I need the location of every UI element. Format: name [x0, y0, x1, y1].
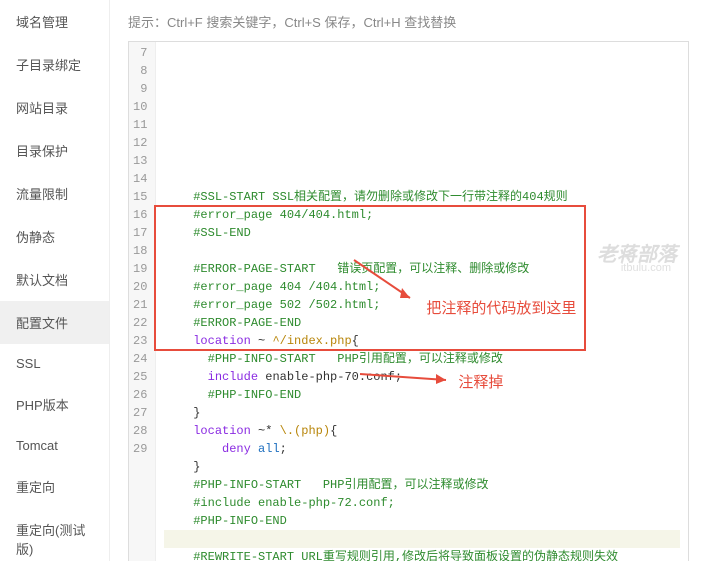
sidebar-item-1[interactable]: 子目录绑定: [0, 43, 109, 86]
code-line: #include enable-php-72.conf;: [164, 494, 680, 512]
code-line: }: [164, 404, 680, 422]
code-line: location ~ ^/index.php{: [164, 332, 680, 350]
code-line: }: [164, 458, 680, 476]
sidebar-item-6[interactable]: 默认文档: [0, 258, 109, 301]
code-line: location ~* \.(php){: [164, 422, 680, 440]
sidebar-item-9[interactable]: PHP版本: [0, 383, 109, 426]
sidebar-item-8[interactable]: SSL: [0, 344, 109, 383]
line-gutter: 7891011121314151617181920212223242526272…: [129, 42, 156, 561]
code-line: #error_page 404/404.html;: [164, 206, 680, 224]
code-line: #PHP-INFO-END: [164, 512, 680, 530]
sidebar-item-0[interactable]: 域名管理: [0, 0, 109, 43]
code-line: #PHP-INFO-START PHP引用配置，可以注释或修改: [164, 350, 680, 368]
editor-hint: 提示：Ctrl+F 搜索关键字，Ctrl+S 保存，Ctrl+H 查找替换: [128, 12, 689, 31]
code-line: #error_page 404 /404.html;: [164, 278, 680, 296]
sidebar-item-3[interactable]: 目录保护: [0, 129, 109, 172]
code-editor[interactable]: 7891011121314151617181920212223242526272…: [128, 41, 689, 561]
sidebar-item-10[interactable]: Tomcat: [0, 426, 109, 465]
code-line: #SSL-START SSL相关配置，请勿删除或修改下一行带注释的404规则: [164, 188, 680, 206]
code-content[interactable]: 把注释的代码放到这里 注释掉 #SSL-START SSL相关配置，请勿删除或修…: [156, 42, 688, 561]
code-line: #REWRITE-START URL重写规则引用,修改后将导致面板设置的伪静态规…: [164, 548, 680, 561]
main-panel: 提示：Ctrl+F 搜索关键字，Ctrl+S 保存，Ctrl+H 查找替换 78…: [110, 0, 707, 561]
code-line: #ERROR-PAGE-START 错误页配置，可以注释、删除或修改: [164, 260, 680, 278]
sidebar-item-7[interactable]: 配置文件: [0, 301, 109, 344]
code-line: [164, 530, 680, 548]
code-line: #ERROR-PAGE-END: [164, 314, 680, 332]
sidebar-item-5[interactable]: 伪静态: [0, 215, 109, 258]
code-line: include enable-php-70.conf;: [164, 368, 680, 386]
sidebar-item-2[interactable]: 网站目录: [0, 86, 109, 129]
sidebar-item-11[interactable]: 重定向: [0, 465, 109, 508]
sidebar-item-4[interactable]: 流量限制: [0, 172, 109, 215]
sidebar: 域名管理子目录绑定网站目录目录保护流量限制伪静态默认文档配置文件SSLPHP版本…: [0, 0, 110, 561]
code-line: [164, 170, 680, 188]
code-line: #PHP-INFO-END: [164, 386, 680, 404]
code-line: [164, 242, 680, 260]
code-line: #error_page 502 /502.html;: [164, 296, 680, 314]
code-line: #SSL-END: [164, 224, 680, 242]
code-line: deny all;: [164, 440, 680, 458]
code-line: #PHP-INFO-START PHP引用配置，可以注释或修改: [164, 476, 680, 494]
